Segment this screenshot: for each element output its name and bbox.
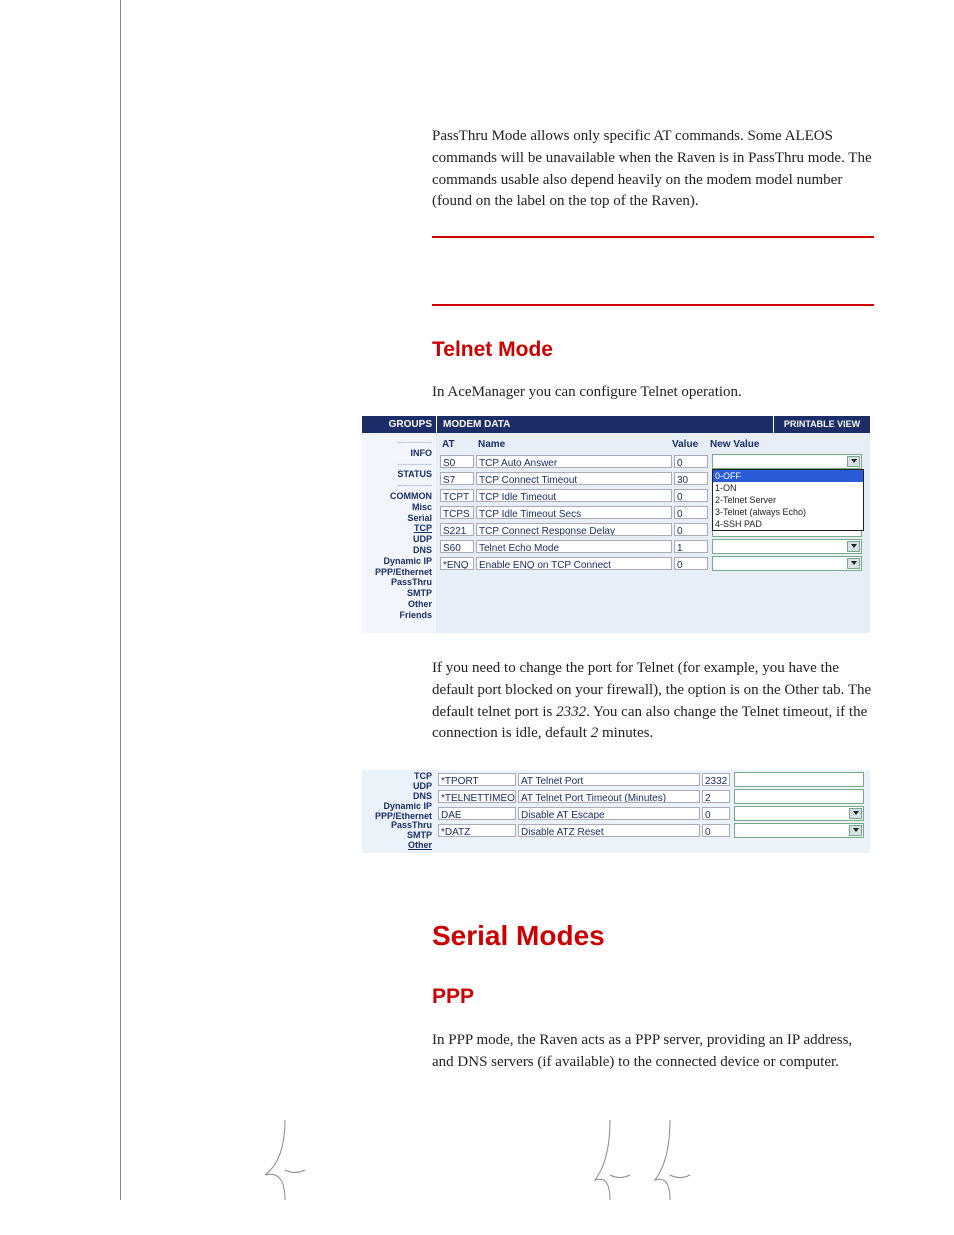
dropdown-list[interactable]: 0-OFF1-ON2-Telnet Server3-Telnet (always…	[712, 469, 864, 531]
name-cell: Telnet Echo Mode	[476, 540, 672, 553]
nav-other[interactable]: Other	[362, 599, 432, 610]
dropdown-option[interactable]: 2-Telnet Server	[713, 494, 863, 506]
at-cell: S221	[440, 523, 474, 536]
intro-paragraph: PassThru Mode allows only specific AT co…	[432, 126, 874, 213]
at-cell: DAE	[438, 807, 516, 820]
table-row: *TELNETTIMEOUTAT Telnet Port Timeout (Mi…	[438, 789, 864, 804]
decorative-curve	[255, 1120, 315, 1200]
modem-data-header: MODEM DATA	[436, 416, 774, 433]
red-rule	[432, 236, 874, 238]
at-cell: *DATZ	[438, 824, 516, 837]
nav-info[interactable]: INFO	[362, 448, 432, 459]
col-value: Value	[672, 439, 710, 450]
name-cell: TCP Connect Timeout	[476, 472, 672, 485]
name-cell: AT Telnet Port Timeout (Minutes)	[518, 790, 700, 803]
groups-header: GROUPS	[362, 416, 436, 433]
new-value-input[interactable]	[734, 789, 864, 804]
dropdown-option[interactable]: 4-SSH PAD	[713, 518, 863, 530]
left-nav-2: TCP UDP DNS Dynamic IP PPP/Ethernet Pass…	[362, 770, 436, 853]
acemanager-screenshot-other: TCP UDP DNS Dynamic IP PPP/Ethernet Pass…	[362, 770, 870, 853]
table-row: *DATZDisable ATZ Reset0	[438, 823, 864, 838]
acemanager-screenshot-tcp: GROUPS MODEM DATA PRINTABLE VIEW -------…	[362, 416, 870, 633]
nav-dns[interactable]: DNS	[362, 545, 432, 556]
nav-misc[interactable]: Misc	[362, 502, 432, 513]
name-cell: TCP Auto Answer	[476, 455, 672, 468]
name-cell: Enable ENQ on TCP Connect	[476, 557, 672, 570]
telnet-paragraph-2: If you need to change the port for Telne…	[432, 658, 874, 745]
at-cell: *TPORT	[438, 773, 516, 786]
nav-common[interactable]: COMMON	[362, 491, 432, 502]
name-cell: TCP Connect Response Delay	[476, 523, 672, 536]
decorative-curve	[650, 1120, 720, 1200]
left-divider	[120, 0, 121, 1200]
value-cell: 0	[674, 506, 708, 519]
value-cell: 30	[674, 472, 708, 485]
dropdown-option[interactable]: 3-Telnet (always Echo)	[713, 506, 863, 518]
at-cell: *ENQ	[440, 557, 474, 570]
value-cell: 1	[674, 540, 708, 553]
value-cell: 0	[702, 824, 730, 837]
nav-tcp[interactable]: TCP	[362, 523, 432, 534]
ppp-paragraph: In PPP mode, the Raven acts as a PPP ser…	[432, 1030, 874, 1074]
name-cell: TCP Idle Timeout Secs	[476, 506, 672, 519]
nav-serial[interactable]: Serial	[362, 513, 432, 524]
at-cell: S0	[440, 455, 474, 468]
col-at: AT	[442, 439, 478, 450]
nav-passthru[interactable]: PassThru	[362, 577, 432, 588]
value-cell: 2	[702, 790, 730, 803]
new-value-select[interactable]	[712, 556, 862, 571]
value-cell: 0	[674, 455, 708, 468]
nav-divider: --------------	[362, 459, 432, 470]
table-row: *ENQEnable ENQ on TCP Connect0	[440, 556, 862, 571]
at-cell: S7	[440, 472, 474, 485]
nav-other[interactable]: Other	[362, 841, 432, 851]
new-value-select[interactable]	[712, 454, 862, 469]
nav-smtp[interactable]: SMTP	[362, 588, 432, 599]
table-row: DAEDisable AT Escape0	[438, 806, 864, 821]
telnet-paragraph-1: In AceManager you can configure Telnet o…	[432, 382, 874, 404]
value-cell: 0	[702, 807, 730, 820]
table-row: S0TCP Auto Answer0	[440, 454, 862, 469]
nav-divider: --------------	[362, 437, 432, 448]
name-cell: Disable AT Escape	[518, 807, 700, 820]
new-value-select[interactable]	[712, 539, 862, 554]
at-cell: S60	[440, 540, 474, 553]
new-value-input[interactable]	[734, 772, 864, 787]
heading-serial-modes: Serial Modes	[432, 920, 605, 952]
table-row: S60Telnet Echo Mode1	[440, 539, 862, 554]
new-value-select[interactable]	[734, 823, 864, 838]
heading-ppp: PPP	[432, 985, 474, 1009]
new-value-select[interactable]	[734, 806, 864, 821]
nav-ppp-ethernet[interactable]: PPP/Ethernet	[362, 567, 432, 578]
col-new-value: New Value	[710, 439, 862, 450]
printable-view-link[interactable]: PRINTABLE VIEW	[774, 416, 870, 433]
at-cell: TCPT	[440, 489, 474, 502]
dropdown-option[interactable]: 1-ON	[713, 482, 863, 494]
nav-status[interactable]: STATUS	[362, 469, 432, 480]
value-cell: 0	[674, 523, 708, 536]
nav-divider: --------------	[362, 480, 432, 491]
dropdown-option[interactable]: 0-OFF	[713, 470, 863, 482]
value-cell: 2332	[702, 773, 730, 786]
name-cell: TCP Idle Timeout	[476, 489, 672, 502]
col-name: Name	[478, 439, 672, 450]
nav-dynamic-ip[interactable]: Dynamic IP	[362, 556, 432, 567]
red-rule	[432, 304, 874, 306]
at-cell: *TELNETTIMEOUT	[438, 790, 516, 803]
name-cell: Disable ATZ Reset	[518, 824, 700, 837]
value-cell: 0	[674, 557, 708, 570]
nav-udp[interactable]: UDP	[362, 534, 432, 545]
table-row: *TPORTAT Telnet Port2332	[438, 772, 864, 787]
value-cell: 0	[674, 489, 708, 502]
at-cell: TCPS	[440, 506, 474, 519]
heading-telnet-mode: Telnet Mode	[432, 338, 553, 362]
name-cell: AT Telnet Port	[518, 773, 700, 786]
left-nav: -------------- INFO -------------- STATU…	[362, 433, 436, 633]
column-headers: AT Name Value New Value	[440, 437, 862, 454]
nav-friends[interactable]: Friends	[362, 610, 432, 621]
